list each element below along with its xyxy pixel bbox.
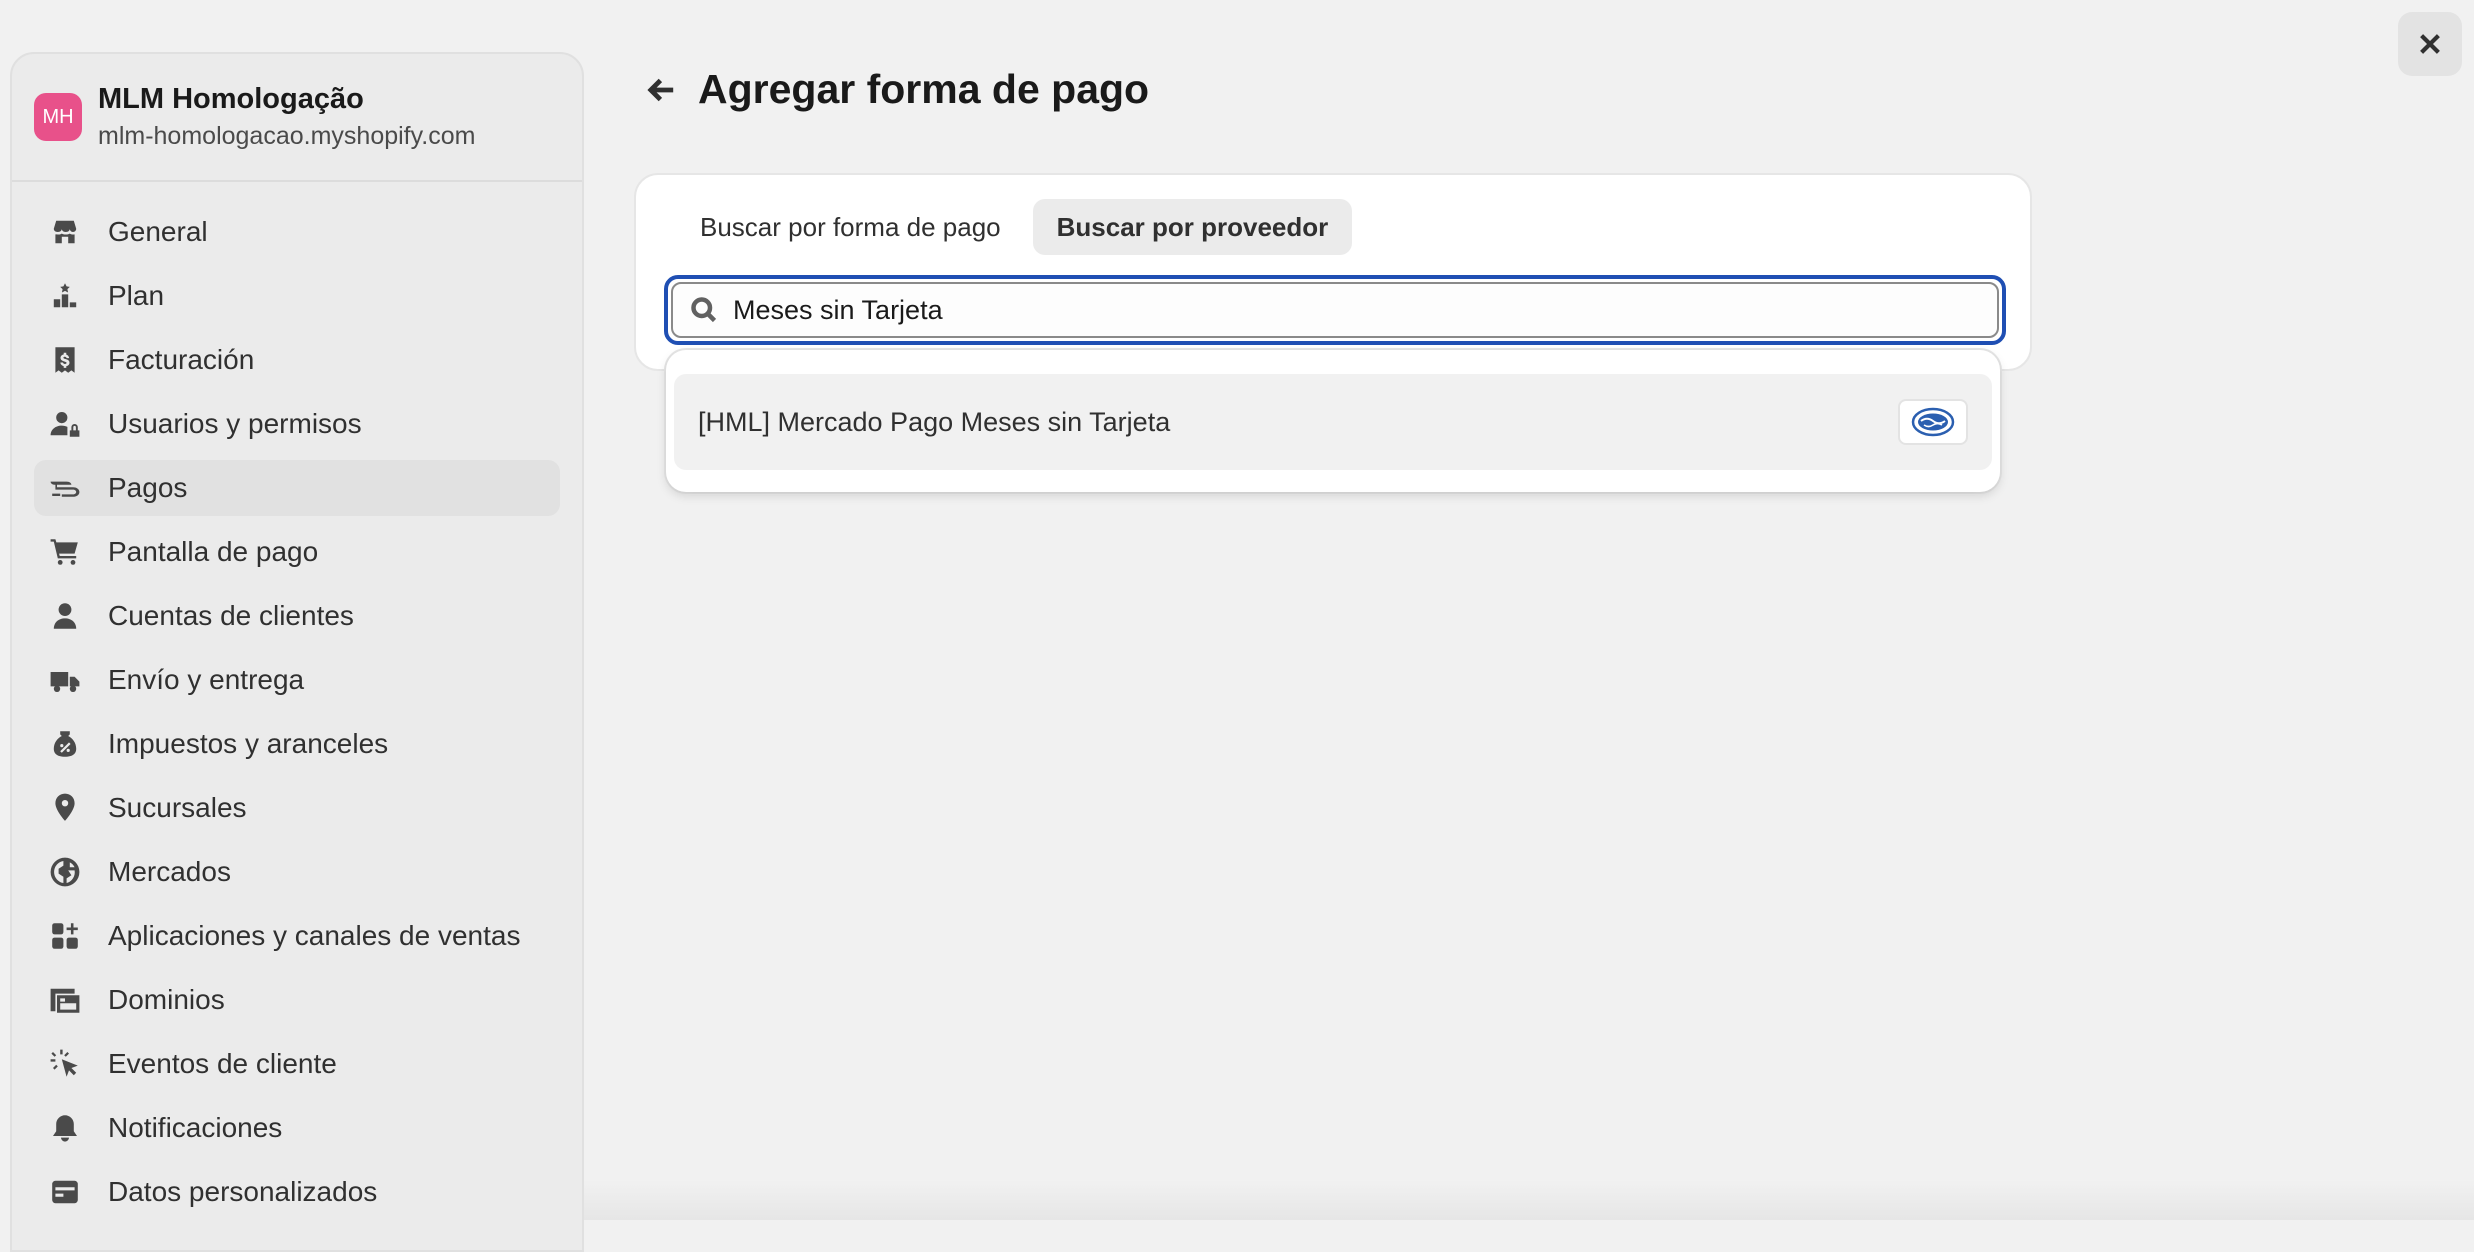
truck-icon (48, 663, 82, 697)
sidebar-item-customer-accounts[interactable]: Cuentas de clientes (34, 588, 560, 644)
sidebar-item-custom-data[interactable]: Datos personalizados (34, 1164, 560, 1220)
sidebar-item-label: Cuentas de clientes (108, 600, 354, 631)
sidebar-item-label: Dominios (108, 984, 225, 1015)
bottom-fade (584, 1180, 2474, 1220)
search-field[interactable] (664, 275, 2006, 345)
sidebar-item-label: Sucursales (108, 792, 247, 823)
cart-icon (48, 535, 82, 569)
billing-icon (48, 343, 82, 377)
sidebar-item-taxes[interactable]: Impuestos y aranceles (34, 716, 560, 772)
sidebar-item-label: Eventos de cliente (108, 1048, 337, 1079)
domains-icon (48, 983, 82, 1017)
sidebar-item-customer-events[interactable]: Eventos de cliente (34, 1036, 560, 1092)
store-domain: mlm-homologacao.myshopify.com (98, 122, 476, 150)
result-label: [HML] Mercado Pago Meses sin Tarjeta (698, 406, 1171, 437)
globe-icon (48, 855, 82, 889)
sidebar-item-checkout[interactable]: Pantalla de pago (34, 524, 560, 580)
sidebar-item-plan[interactable]: Plan (34, 268, 560, 324)
sidebar-item-label: Pantalla de pago (108, 536, 319, 567)
page-title: Agregar forma de pago (698, 66, 1150, 112)
sidebar-item-label: Pagos (108, 472, 188, 503)
sidebar-item-label: Plan (108, 280, 165, 311)
plan-icon (48, 279, 82, 313)
store-icon (48, 215, 82, 249)
person-icon (48, 599, 82, 633)
sidebar-item-label: Impuestos y aranceles (108, 728, 389, 759)
apps-icon (48, 919, 82, 953)
users-icon (48, 407, 82, 441)
sidebar-item-markets[interactable]: Mercados (34, 844, 560, 900)
sidebar-item-label: Mercados (108, 856, 231, 887)
sidebar-item-label: Facturación (108, 344, 255, 375)
result-item[interactable]: [HML] Mercado Pago Meses sin Tarjeta (674, 374, 1992, 470)
page-header: Agregar forma de pago (640, 66, 1149, 113)
search-icon (691, 297, 717, 323)
sidebar-item-billing[interactable]: Facturación (34, 332, 560, 388)
sidebar-item-payments[interactable]: Pagos (34, 460, 560, 516)
sidebar-item-domains[interactable]: Dominios (34, 972, 560, 1028)
sidebar-item-locations[interactable]: Sucursales (34, 780, 560, 836)
settings-sidebar: MH MLM Homologação mlm-homologacao.mysho… (10, 52, 584, 1252)
settings-nav: General Plan Facturación Usuarios y perm… (12, 182, 582, 1220)
sidebar-item-general[interactable]: General (34, 204, 560, 260)
location-icon (48, 791, 82, 825)
sidebar-item-label: Notificaciones (108, 1112, 283, 1143)
search-results-dropdown: [HML] Mercado Pago Meses sin Tarjeta (666, 350, 2000, 492)
sidebar-item-label: Datos personalizados (108, 1176, 378, 1207)
close-icon (2420, 34, 2440, 54)
store-header[interactable]: MH MLM Homologação mlm-homologacao.mysho… (12, 54, 582, 182)
sidebar-item-users[interactable]: Usuarios y permisos (34, 396, 560, 452)
arrow-left-icon (647, 78, 674, 101)
back-button[interactable] (640, 68, 684, 112)
sidebar-item-label: Aplicaciones y canales de ventas (108, 920, 521, 951)
sidebar-item-label: Usuarios y permisos (108, 408, 362, 439)
cursor-icon (48, 1047, 82, 1081)
sidebar-item-label: General (108, 216, 208, 247)
sidebar-item-shipping[interactable]: Envío y entrega (34, 652, 560, 708)
sidebar-item-apps[interactable]: Aplicaciones y canales de ventas (34, 908, 560, 964)
close-button[interactable] (2398, 12, 2462, 76)
search-card: Buscar por forma de pago Buscar por prov… (634, 173, 2032, 371)
tab-search-by-payment-method[interactable]: Buscar por forma de pago (676, 199, 1025, 255)
payments-icon (48, 471, 82, 505)
tax-icon (48, 727, 82, 761)
bell-icon (48, 1111, 82, 1145)
store-avatar: MH (34, 93, 82, 141)
store-name: MLM Homologação (98, 83, 364, 115)
search-input[interactable] (733, 294, 1933, 326)
data-icon (48, 1175, 82, 1209)
tab-search-by-provider[interactable]: Buscar por proveedor (1032, 199, 1353, 255)
search-tabs: Buscar por forma de pago Buscar por prov… (676, 199, 1360, 255)
sidebar-item-notifications[interactable]: Notificaciones (34, 1100, 560, 1156)
mercado-pago-logo (1898, 399, 1968, 445)
sidebar-item-label: Envío y entrega (108, 664, 305, 695)
